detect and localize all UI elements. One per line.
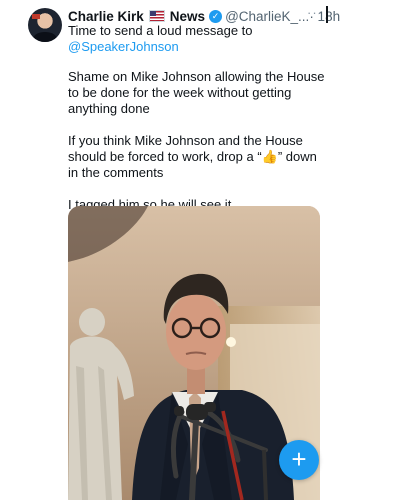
text-cursor xyxy=(326,6,328,23)
tweet-paragraph-3: If you think Mike Johnson and the House … xyxy=(68,133,326,181)
verified-badge-icon: ✓ xyxy=(209,9,223,23)
tweet-line-1: Time to send a loud message to xyxy=(68,23,253,38)
author-name[interactable]: Charlie Kirk xyxy=(68,9,144,24)
more-options-icon[interactable]: ··· xyxy=(307,5,323,20)
author-avatar[interactable] xyxy=(28,8,62,42)
thumbs-up-emoji: 👍 xyxy=(261,149,278,164)
author-handle[interactable]: @CharlieK_... xyxy=(225,9,309,24)
compose-button[interactable]: + xyxy=(279,440,319,480)
tweet-paragraph-1: Time to send a loud message to @SpeakerJ… xyxy=(68,23,326,55)
mention-link[interactable]: @SpeakerJohnson xyxy=(68,39,179,54)
tweet-text: Time to send a loud message to @SpeakerJ… xyxy=(68,23,326,229)
us-flag-icon xyxy=(148,10,165,22)
tweet-paragraph-2: Shame on Mike Johnson allowing the House… xyxy=(68,69,325,116)
news-label: News xyxy=(169,8,206,24)
avatar-flag-icon xyxy=(32,14,40,19)
